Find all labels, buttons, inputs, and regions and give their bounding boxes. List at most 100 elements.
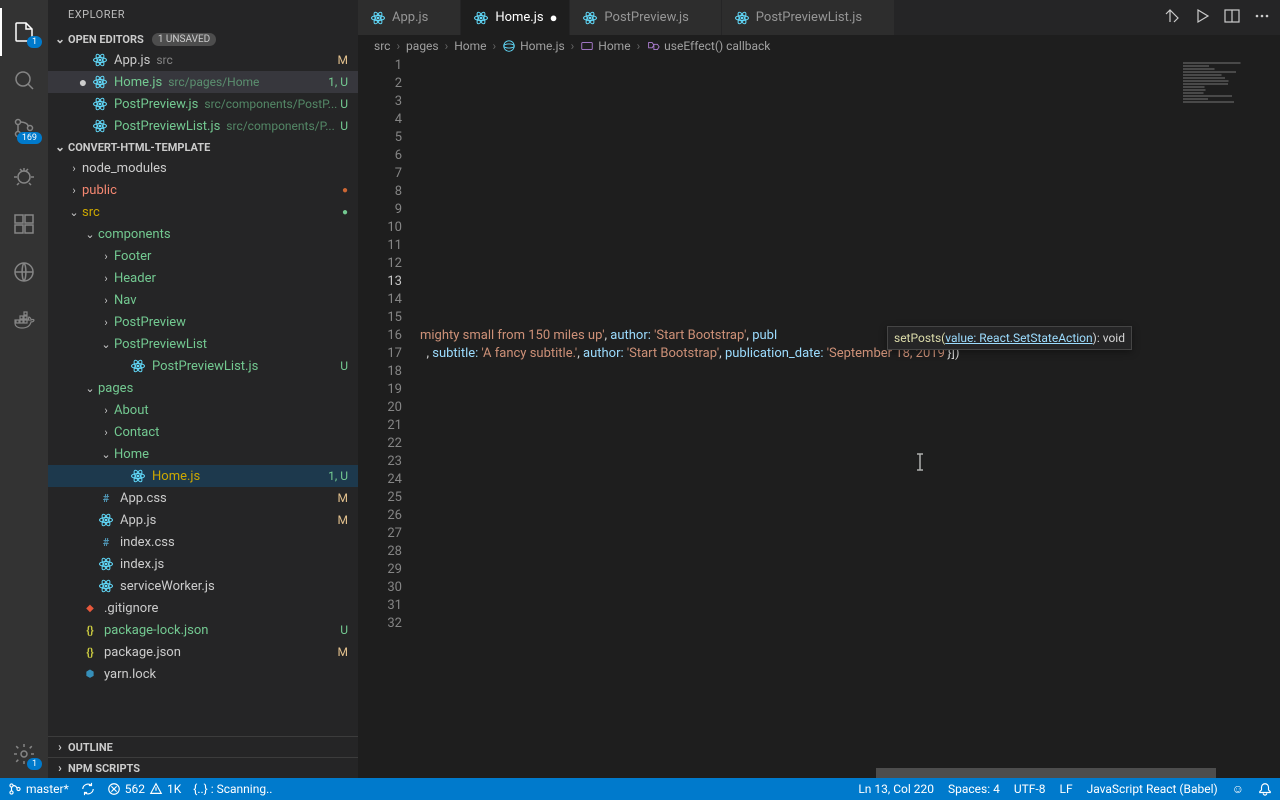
status-eol[interactable]: LF <box>1060 782 1073 796</box>
breadcrumb-item[interactable]: Home <box>580 39 630 53</box>
activity-extensions[interactable] <box>0 200 48 248</box>
status-bell-icon[interactable] <box>1258 782 1272 796</box>
code-line[interactable] <box>420 219 1183 237</box>
code-body[interactable]: mighty small from 150 miles up', author:… <box>420 57 1183 778</box>
status-feedback[interactable]: ☺ <box>1232 782 1244 796</box>
code-line[interactable] <box>420 363 1183 381</box>
code-line[interactable] <box>420 651 1183 669</box>
file-item[interactable]: {}package.jsonM <box>48 641 358 663</box>
status-sync[interactable] <box>81 782 95 796</box>
folder-item[interactable]: ›PostPreview <box>48 311 358 333</box>
code-line[interactable] <box>420 165 1183 183</box>
code-line[interactable] <box>420 237 1183 255</box>
open-editor-item[interactable]: ×PostPreview.jssrc/components/PostP...U <box>48 93 358 115</box>
open-editor-item[interactable]: ×App.jssrcM <box>48 49 358 71</box>
project-header[interactable]: ⌄ CONVERT-HTML-TEMPLATE <box>48 137 358 157</box>
status-language[interactable]: JavaScript React (Babel) <box>1087 782 1218 796</box>
folder-item[interactable]: ›public● <box>48 179 358 201</box>
code-line[interactable] <box>420 201 1183 219</box>
open-editors-header[interactable]: ⌄ OPEN EDITORS 1 UNSAVED <box>48 29 358 49</box>
breadcrumb-item[interactable]: Home <box>454 39 486 53</box>
code-line[interactable] <box>420 579 1183 597</box>
split-icon[interactable] <box>1224 8 1240 28</box>
file-item[interactable]: App.jsM <box>48 509 358 531</box>
code-line[interactable] <box>420 687 1183 705</box>
code-line[interactable] <box>420 507 1183 525</box>
folder-item[interactable]: ›Nav <box>48 289 358 311</box>
code-line[interactable] <box>420 615 1183 633</box>
activity-search[interactable] <box>0 56 48 104</box>
status-encoding[interactable]: UTF-8 <box>1014 782 1046 796</box>
code-line[interactable] <box>420 435 1183 453</box>
code-line[interactable] <box>420 129 1183 147</box>
folder-item[interactable]: ›About <box>48 399 358 421</box>
npm-scripts-header[interactable]: › NPM SCRIPTS <box>48 757 358 778</box>
code-line[interactable] <box>420 543 1183 561</box>
folder-item[interactable]: ›Footer <box>48 245 358 267</box>
file-item[interactable]: serviceWorker.js <box>48 575 358 597</box>
status-linecol[interactable]: Ln 13, Col 220 <box>858 782 934 796</box>
run-icon[interactable] <box>1194 8 1210 28</box>
code-line[interactable] <box>420 597 1183 615</box>
breadcrumb-item[interactable]: Home.js <box>502 39 565 53</box>
code-line[interactable] <box>420 669 1183 687</box>
status-problems[interactable]: 562 1K <box>107 782 182 796</box>
horizontal-scrollbar[interactable] <box>420 768 1280 778</box>
folder-item[interactable]: ⌄components <box>48 223 358 245</box>
tab-home-js[interactable]: Home.js● <box>461 0 570 35</box>
activity-debug[interactable] <box>0 152 48 200</box>
code-line[interactable] <box>420 381 1183 399</box>
breadcrumb-item[interactable]: pages <box>406 39 439 53</box>
code-line[interactable] <box>420 147 1183 165</box>
activity-remote[interactable] <box>0 248 48 296</box>
minimap[interactable] <box>1183 57 1280 778</box>
activity-explorer[interactable]: 1 <box>0 8 48 56</box>
folder-item[interactable]: ›node_modules <box>48 157 358 179</box>
compare-icon[interactable] <box>1164 8 1180 28</box>
breadcrumb-item[interactable]: useEffect() callback <box>646 39 770 53</box>
activity-docker[interactable] <box>0 296 48 344</box>
file-item[interactable]: #index.css <box>48 531 358 553</box>
code-line[interactable] <box>420 453 1183 471</box>
folder-item[interactable]: ›Header <box>48 267 358 289</box>
code-line[interactable] <box>420 417 1183 435</box>
code-line[interactable] <box>420 471 1183 489</box>
folder-item[interactable]: ›Contact <box>48 421 358 443</box>
file-item[interactable]: ⬢yarn.lock <box>48 663 358 685</box>
code-line[interactable]: mighty small from 150 miles up', author:… <box>420 327 1183 345</box>
open-editor-item[interactable]: ×PostPreviewList.jssrc/components/P...U <box>48 115 358 137</box>
folder-item[interactable]: ⌄Home <box>48 443 358 465</box>
tab-postpreviewlist-js[interactable]: PostPreviewList.js× <box>722 0 895 35</box>
code-line[interactable] <box>420 291 1183 309</box>
tab-postpreview-js[interactable]: PostPreview.js× <box>570 0 721 35</box>
code-line[interactable] <box>420 633 1183 651</box>
folder-item[interactable]: ⌄PostPreviewList <box>48 333 358 355</box>
code-editor[interactable]: 1234567891011121314151617181920212223242… <box>358 57 1183 778</box>
file-item[interactable]: {}package-lock.jsonU <box>48 619 358 641</box>
code-line[interactable] <box>420 183 1183 201</box>
breadcrumb-item[interactable]: src <box>374 39 390 53</box>
breadcrumb[interactable]: src› pages› Home› Home.js› Home› useEffe… <box>358 35 1280 57</box>
outline-header[interactable]: › OUTLINE <box>48 736 358 757</box>
code-line[interactable] <box>420 309 1183 327</box>
activity-scm[interactable]: 169 <box>0 104 48 152</box>
code-line[interactable] <box>420 489 1183 507</box>
activity-settings[interactable]: 1 <box>0 730 48 778</box>
folder-item[interactable]: ⌄src● <box>48 201 358 223</box>
folder-item[interactable]: ⌄pages <box>48 377 358 399</box>
file-item[interactable]: PostPreviewList.jsU <box>48 355 358 377</box>
file-item[interactable]: Home.js1, U <box>48 465 358 487</box>
status-scanning[interactable]: {..} : Scanning.. <box>193 782 272 796</box>
code-line[interactable] <box>420 399 1183 417</box>
open-editor-item[interactable]: ●Home.jssrc/pages/Home1, U <box>48 71 358 93</box>
file-item[interactable]: index.js <box>48 553 358 575</box>
code-line[interactable] <box>420 273 1183 291</box>
file-item[interactable]: ◆.gitignore <box>48 597 358 619</box>
file-item[interactable]: #App.cssM <box>48 487 358 509</box>
code-line[interactable] <box>420 525 1183 543</box>
status-spaces[interactable]: Spaces: 4 <box>948 782 1000 796</box>
tab-app-js[interactable]: App.js× <box>358 0 461 35</box>
status-branch[interactable]: master* <box>8 782 69 796</box>
code-line[interactable] <box>420 255 1183 273</box>
more-icon[interactable] <box>1254 8 1270 28</box>
